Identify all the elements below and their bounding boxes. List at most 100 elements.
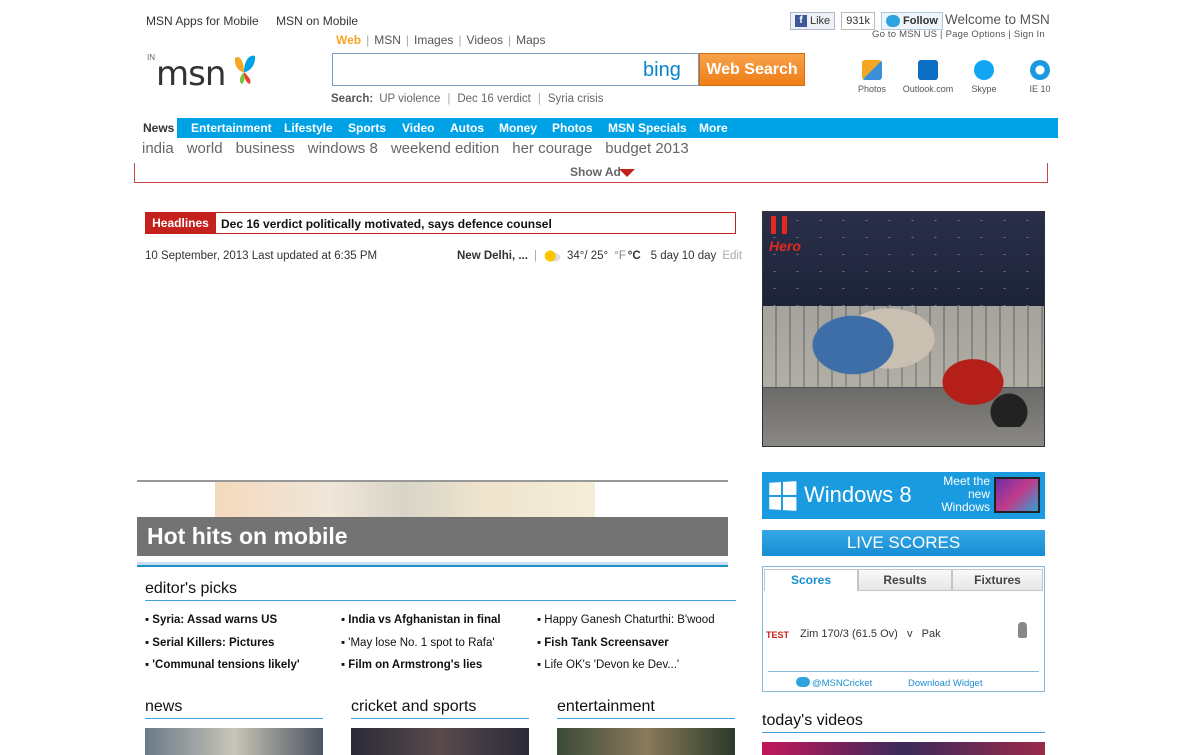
web-search-button[interactable]: Web Search (699, 53, 805, 86)
todays-videos-divider (762, 732, 1045, 733)
app-icons: Photos Outlook.com Skype IE 10 (844, 60, 1068, 94)
tab-scores[interactable]: Scores (764, 569, 858, 591)
section-news-divider (145, 718, 323, 719)
nav-autos[interactable]: Autos (450, 118, 484, 138)
slideshow-caption[interactable]: Hot hits on mobile (137, 517, 728, 556)
weather-city[interactable]: New Delhi, ... (457, 250, 528, 262)
region-label: IN (147, 53, 155, 62)
msncricket-link[interactable]: @MSNCricket (812, 678, 872, 689)
list-item[interactable]: ▪ Happy Ganesh Chaturthi: B'wood (537, 614, 715, 626)
sub-nav-link[interactable]: her courage (512, 140, 592, 157)
editors-picks-divider (145, 600, 736, 601)
section-sports-title[interactable]: cricket and sports (351, 698, 476, 716)
partly-cloudy-icon (542, 250, 561, 262)
todays-videos-title[interactable]: today's videos (762, 712, 863, 730)
microphone-icon[interactable] (1018, 622, 1027, 638)
outlook-app[interactable]: Outlook.com (900, 60, 956, 94)
dateline: 10 September, 2013 Last updated at 6:35 … (145, 250, 378, 262)
nav-sports[interactable]: Sports (348, 118, 386, 138)
skype-icon (974, 60, 994, 80)
nav-more[interactable]: More (699, 118, 728, 138)
nav-video[interactable]: Video (402, 118, 434, 138)
search-tab-web[interactable]: Web (336, 33, 361, 47)
ad-brand: Hero (769, 238, 801, 254)
live-scores-header: LIVE SCORES (762, 530, 1045, 556)
list-item[interactable]: ▪ Fish Tank Screensaver (537, 637, 669, 649)
nav-entertainment[interactable]: Entertainment (191, 118, 272, 138)
list-item[interactable]: ▪ 'May lose No. 1 spot to Rafa' (341, 637, 495, 649)
slideshow-pager[interactable] (137, 562, 728, 567)
sub-nav-link[interactable]: windows 8 (308, 140, 378, 157)
show-ad-button[interactable]: Show Ad (570, 165, 621, 179)
nav-lifestyle[interactable]: Lifestyle (284, 118, 333, 138)
triangle-down-icon[interactable] (619, 169, 635, 177)
forecast-5day-link[interactable]: 5 day (651, 250, 679, 262)
sub-nav-link[interactable]: business (236, 140, 295, 157)
list-item[interactable]: ▪ Serial Killers: Pictures (145, 637, 274, 649)
twitter-bird-icon (886, 15, 901, 27)
section-entertainment-title[interactable]: entertainment (557, 698, 655, 716)
search-tabs: Web | MSN | Images | Videos | Maps (336, 33, 546, 47)
apps-for-mobile-link[interactable]: MSN Apps for Mobile (146, 14, 259, 28)
msn-on-mobile-link[interactable]: MSN on Mobile (276, 14, 358, 28)
twitter-follow-button[interactable]: Follow (881, 12, 943, 30)
weather-edit-link[interactable]: Edit (722, 250, 742, 262)
sports-thumbnail[interactable] (351, 728, 529, 755)
search-tab-msn[interactable]: MSN (374, 33, 401, 47)
tab-results[interactable]: Results (858, 569, 952, 591)
sub-nav-link[interactable]: weekend edition (391, 140, 499, 157)
unit-c-toggle[interactable]: °C (628, 250, 641, 262)
list-item[interactable]: ▪ Life OK's 'Devon ke Dev...' (537, 659, 679, 671)
forecast-10day-link[interactable]: 10 day (682, 250, 717, 262)
twitter-bird-icon (796, 677, 810, 687)
match-score[interactable]: Zim 170/3 (61.5 Ov) v Pak (800, 628, 941, 640)
msn-logo[interactable]: msn (156, 54, 226, 94)
tab-fixtures[interactable]: Fixtures (952, 569, 1043, 591)
match-type-badge: TEST (766, 630, 790, 640)
windows8-name: Windows 8 (804, 482, 912, 507)
windows-logo-icon (769, 481, 797, 511)
windows8-banner[interactable]: Windows 8 Meet the new Windows (762, 472, 1045, 519)
search-tab-maps[interactable]: Maps (516, 33, 545, 47)
hero-advertisement[interactable]: Hero (762, 211, 1045, 447)
sub-nav: india world business windows 8 weekend editi… (142, 140, 702, 157)
news-thumbnail[interactable] (145, 728, 323, 755)
list-item[interactable]: ▪ India vs Afghanistan in final (341, 614, 501, 626)
slideshow-image[interactable] (215, 482, 595, 518)
editors-picks-title: editor's picks (145, 580, 237, 597)
top-links: MSN Apps for Mobile MSN on Mobile (146, 14, 372, 28)
list-item[interactable]: ▪ 'Communal tensions likely' (145, 659, 300, 671)
sub-nav-link[interactable]: india (142, 140, 174, 157)
sub-nav-link[interactable]: world (187, 140, 223, 157)
trending-label: Search: (331, 93, 374, 105)
nav-money[interactable]: Money (499, 118, 537, 138)
trending-link[interactable]: Syria crisis (548, 93, 604, 105)
headline-link[interactable]: Dec 16 verdict politically motivated, sa… (221, 217, 552, 231)
user-links[interactable]: Go to MSN US | Page Options | Sign In (872, 29, 1045, 40)
trending-link[interactable]: UP violence (379, 93, 440, 105)
list-item[interactable]: ▪ Syria: Assad warns US (145, 614, 277, 626)
video-thumbnail[interactable] (762, 742, 1045, 755)
list-item[interactable]: ▪ Film on Armstrong's lies (341, 659, 482, 671)
nav-news[interactable]: News (140, 118, 178, 138)
nav-photos[interactable]: Photos (552, 118, 593, 138)
like-count: 931k (841, 12, 876, 30)
butterfly-logo-icon (234, 55, 256, 84)
skype-app[interactable]: Skype (956, 60, 1012, 94)
trending-link[interactable]: Dec 16 verdict (457, 93, 531, 105)
facebook-like-button[interactable]: f Like (790, 12, 836, 30)
nav-msn-specials[interactable]: MSN Specials (608, 118, 687, 138)
photos-app[interactable]: Photos (844, 60, 900, 94)
weather-widget: New Delhi, ... | 34°/ 25° °F °C 5 day 10… (457, 250, 742, 262)
photos-icon (862, 60, 882, 80)
section-news-title[interactable]: news (145, 698, 182, 716)
ie10-app[interactable]: IE 10 (1012, 60, 1068, 94)
trending-searches: Search: UP violence | Dec 16 verdict | Syria … (331, 93, 604, 105)
download-widget-link[interactable]: Download Widget (908, 678, 982, 689)
hero-logo-icon (771, 216, 787, 234)
sub-nav-link[interactable]: budget 2013 (605, 140, 688, 157)
search-tab-videos[interactable]: Videos (467, 33, 503, 47)
unit-f-toggle[interactable]: °F (614, 250, 626, 262)
search-tab-images[interactable]: Images (414, 33, 453, 47)
entertainment-thumbnail[interactable] (557, 728, 735, 755)
